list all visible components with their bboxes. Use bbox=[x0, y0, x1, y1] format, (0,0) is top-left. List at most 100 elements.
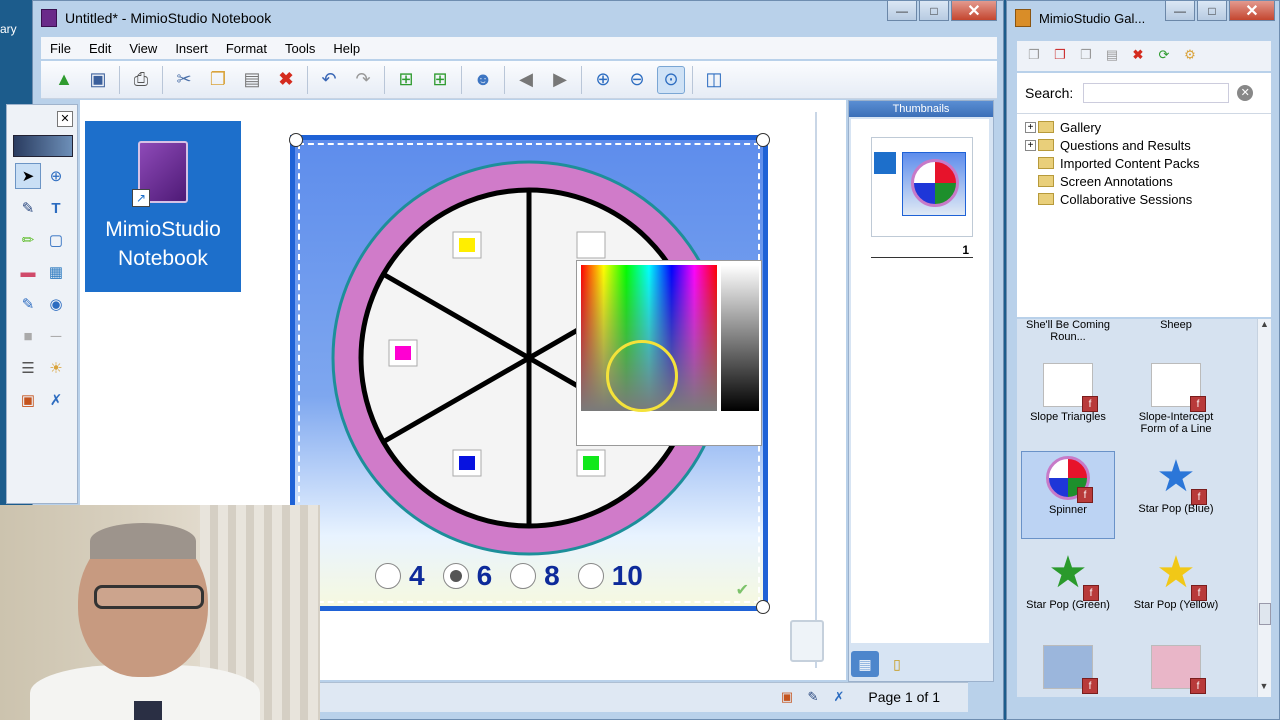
eraser-tool-icon[interactable]: ▬ bbox=[15, 259, 41, 285]
gallery-close-button[interactable]: ✕ bbox=[1229, 1, 1275, 21]
radio-4[interactable] bbox=[375, 563, 401, 589]
gallery-item[interactable]: f bbox=[1021, 641, 1115, 694]
gallery-delete-icon[interactable]: ✖ bbox=[1129, 47, 1147, 65]
minimize-button[interactable]: — bbox=[887, 1, 917, 21]
radio-6[interactable] bbox=[442, 563, 469, 589]
folder-tab-icon[interactable]: ▯ bbox=[883, 651, 911, 677]
scroll-down-icon[interactable]: ▼ bbox=[1258, 681, 1270, 695]
expand-icon[interactable]: + bbox=[1025, 121, 1036, 133]
tree-item-imported[interactable]: Imported Content Packs bbox=[1017, 154, 1271, 172]
gallery-item[interactable]: f Slope Triangles bbox=[1021, 359, 1115, 423]
duplicate-page-icon[interactable]: ⊞ bbox=[426, 66, 454, 94]
gallery-scrollbar[interactable]: ▲ ▼ bbox=[1257, 319, 1271, 697]
gallery-item[interactable]: ★ f Star Pop (Yellow) bbox=[1129, 547, 1223, 612]
image-tool-icon[interactable]: ▦ bbox=[43, 259, 69, 285]
gallery-paste-icon[interactable]: ▤ bbox=[1103, 47, 1121, 65]
page-edge bbox=[815, 112, 817, 668]
menu-tools[interactable]: Tools bbox=[276, 41, 324, 56]
gallery-minimize-button[interactable]: — bbox=[1165, 1, 1195, 21]
recorder-icon[interactable]: ▣ bbox=[15, 387, 41, 413]
spotlight-icon[interactable]: ☀ bbox=[43, 355, 69, 381]
print-icon[interactable]: ⎙ bbox=[127, 66, 155, 94]
resize-handle-bottom-right[interactable] bbox=[756, 600, 770, 614]
zoom-in-icon[interactable]: ⊕ bbox=[589, 66, 617, 94]
pen-tool-icon[interactable]: ✎ bbox=[15, 195, 41, 221]
color-picker-popup[interactable] bbox=[576, 260, 762, 446]
menu-format[interactable]: Format bbox=[217, 41, 276, 56]
recorder-status-icon[interactable]: ▣ bbox=[778, 689, 796, 707]
gallery-item[interactable]: ★ f Star Pop (Green) bbox=[1021, 547, 1115, 612]
color-swatch-icon[interactable]: ■ bbox=[15, 323, 41, 349]
save-icon[interactable]: ▣ bbox=[84, 66, 112, 94]
gallery-new-icon[interactable]: ❐ bbox=[1025, 47, 1043, 65]
gallery-item[interactable]: She'll Be Coming Roun... bbox=[1021, 319, 1115, 343]
tree-item-gallery[interactable]: + Gallery bbox=[1017, 118, 1271, 136]
pages-tab-icon[interactable]: ▦ bbox=[851, 651, 879, 677]
line-width-icon[interactable]: ─ bbox=[43, 323, 69, 349]
radio-8[interactable] bbox=[510, 563, 537, 589]
page-thumbnail[interactable] bbox=[871, 137, 973, 237]
zoom-tool-icon[interactable]: ⊕ bbox=[43, 163, 69, 189]
zoom-out-icon[interactable]: ⊖ bbox=[623, 66, 651, 94]
tools-icon[interactable]: ✗ bbox=[43, 387, 69, 413]
open-folder-icon[interactable]: ▲ bbox=[50, 66, 78, 94]
paste-icon[interactable]: ▤ bbox=[238, 66, 266, 94]
trash-icon[interactable] bbox=[790, 620, 824, 662]
gallery-item[interactable]: ★ f Star Pop (Blue) bbox=[1129, 451, 1223, 516]
spinner-swatch-blue bbox=[459, 456, 475, 470]
zoom-fit-icon[interactable]: ⊙ bbox=[657, 65, 685, 94]
tree-item-questions[interactable]: + Questions and Results bbox=[1017, 136, 1271, 154]
gallery-settings-icon[interactable]: ⚙ bbox=[1181, 47, 1199, 65]
undo-icon[interactable]: ↶ bbox=[315, 66, 343, 94]
radio-10[interactable] bbox=[577, 563, 604, 589]
resize-handle-top-right[interactable] bbox=[756, 133, 770, 147]
mimio-logo-tile[interactable]: ↗ MimioStudio Notebook bbox=[85, 121, 241, 292]
expand-icon[interactable]: + bbox=[1025, 139, 1036, 151]
line-style-icon[interactable]: ☰ bbox=[15, 355, 41, 381]
palette-close-icon[interactable]: ✕ bbox=[57, 111, 73, 127]
gallery-copy-icon[interactable]: ❐ bbox=[1077, 47, 1095, 65]
tree-item-annotations[interactable]: Screen Annotations bbox=[1017, 172, 1271, 190]
new-page-icon[interactable]: ⊞ bbox=[392, 66, 420, 94]
forward-icon[interactable]: ▶ bbox=[546, 66, 574, 94]
tree-item-collaborative[interactable]: Collaborative Sessions bbox=[1017, 190, 1271, 208]
search-input[interactable] bbox=[1083, 83, 1230, 103]
screen-icon[interactable]: ◫ bbox=[700, 66, 728, 94]
wrench-status-icon[interactable]: ✗ bbox=[830, 689, 848, 707]
back-icon[interactable]: ◀ bbox=[512, 66, 540, 94]
checkmark-icon[interactable]: ✔ bbox=[736, 580, 749, 600]
tree-label: Screen Annotations bbox=[1060, 173, 1173, 189]
resize-handle-top-left[interactable] bbox=[289, 133, 303, 147]
gallery-item[interactable]: f Slope-Intercept Form of a Line bbox=[1129, 359, 1223, 435]
menu-help[interactable]: Help bbox=[324, 41, 369, 56]
slope-triangles-thumb: f bbox=[1043, 363, 1098, 412]
grayscale-slider[interactable] bbox=[721, 265, 759, 411]
scroll-up-icon[interactable]: ▲ bbox=[1258, 319, 1271, 333]
pen-status-icon[interactable]: ✎ bbox=[804, 689, 822, 707]
eyedropper-tool-icon[interactable]: ✎ bbox=[15, 291, 41, 317]
menu-edit[interactable]: Edit bbox=[80, 41, 120, 56]
gallery-item[interactable]: f bbox=[1129, 641, 1223, 694]
gallery-item-selected[interactable]: f Spinner bbox=[1021, 451, 1115, 539]
menu-insert[interactable]: Insert bbox=[166, 41, 217, 56]
shape-tool-icon[interactable]: ▢ bbox=[43, 227, 69, 253]
redo-icon[interactable]: ↷ bbox=[349, 66, 377, 94]
gallery-maximize-button[interactable]: □ bbox=[1197, 1, 1227, 21]
gallery-remove-icon[interactable]: ❐ bbox=[1051, 47, 1069, 65]
delete-icon[interactable]: ✖ bbox=[272, 66, 300, 94]
copy-icon[interactable]: ❐ bbox=[204, 66, 232, 94]
highlighter-tool-icon[interactable]: ✏ bbox=[15, 227, 41, 253]
clear-search-icon[interactable]: ✕ bbox=[1237, 85, 1254, 101]
text-tool-icon[interactable]: T bbox=[43, 195, 69, 221]
cut-icon[interactable]: ✂ bbox=[170, 66, 198, 94]
gallery-item[interactable]: Sheep bbox=[1129, 319, 1223, 331]
menu-file[interactable]: File bbox=[41, 41, 80, 56]
close-button[interactable]: ✕ bbox=[951, 1, 997, 21]
maximize-button[interactable]: □ bbox=[919, 1, 949, 21]
scroll-thumb[interactable] bbox=[1259, 603, 1271, 625]
fill-tool-icon[interactable]: ◉ bbox=[43, 291, 69, 317]
collaboration-icon[interactable]: ☻ bbox=[469, 66, 497, 94]
gallery-refresh-icon[interactable]: ⟳ bbox=[1155, 47, 1173, 65]
select-tool-icon[interactable]: ➤ bbox=[15, 163, 41, 189]
menu-view[interactable]: View bbox=[120, 41, 166, 56]
